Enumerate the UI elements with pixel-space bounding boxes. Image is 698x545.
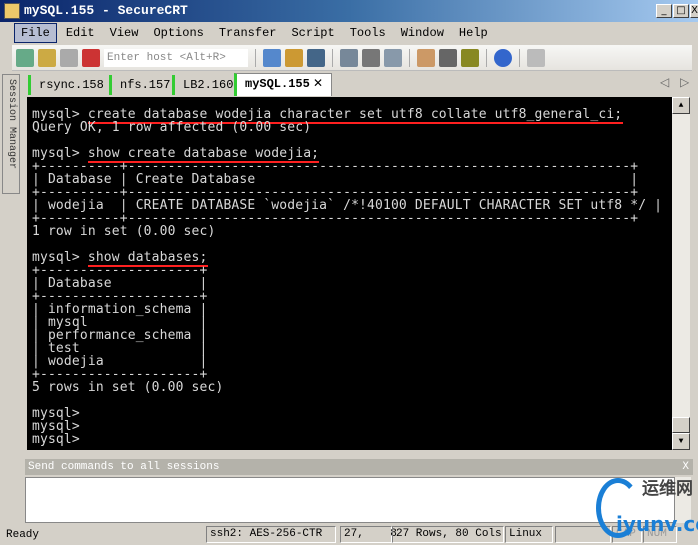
menu-bar: File Edit View Options Transfer Script Tools Wi… — [0, 22, 698, 44]
status-cursor-position: 27, 8 — [340, 526, 397, 543]
key-icon[interactable] — [461, 48, 479, 67]
toolbar-separator — [486, 48, 487, 67]
tab-label: nfs.157 — [120, 78, 171, 92]
status-bar: Ready ssh2: AES-256-CTR 27, 8 27 Rows, 8… — [0, 525, 698, 545]
print-screen-icon[interactable] — [362, 48, 380, 67]
terminal-line: 5 rows in set (0.00 sec) — [32, 381, 672, 394]
tab-mysql[interactable]: mySQL.155 ✕ — [234, 73, 332, 96]
menu-options[interactable]: Options — [147, 24, 209, 42]
toolbar-separator — [255, 48, 256, 67]
print-setup-icon[interactable] — [340, 48, 358, 67]
status-ready: Ready — [6, 529, 40, 541]
toolbar: Enter host <Alt+R> — [12, 45, 692, 71]
tab-next-icon[interactable]: ▷ — [680, 75, 689, 90]
terminal-line: mysql> — [32, 433, 672, 446]
scroll-thumb[interactable] — [672, 417, 690, 433]
status-terminal-size: 27 Rows, 80 Cols — [392, 526, 504, 543]
minimize-button[interactable]: _ — [656, 4, 672, 18]
watermark-domain: iyunv.com — [616, 512, 698, 536]
copy-icon[interactable] — [263, 48, 281, 67]
scroll-down-icon[interactable]: ▼ — [672, 433, 690, 450]
menu-script[interactable]: Script — [285, 24, 340, 42]
paste-icon[interactable] — [285, 48, 303, 67]
watermark-logo: 运维网 iyunv.com — [596, 470, 698, 540]
app-icon[interactable] — [4, 3, 20, 19]
sftp-icon[interactable] — [439, 48, 457, 67]
tab-label: LB2.160 — [183, 78, 234, 92]
terminal[interactable]: mysql> create database wodejia character… — [27, 97, 672, 450]
menu-view[interactable]: View — [104, 24, 145, 42]
session-manager-tab[interactable]: Session Manager — [2, 74, 20, 194]
toolbar-separator — [332, 48, 333, 67]
host-input[interactable]: Enter host <Alt+R> — [104, 48, 248, 67]
terminal-scrollbar[interactable]: ▲ ▼ — [672, 97, 690, 450]
toolbar-separator — [519, 48, 520, 67]
print-icon[interactable] — [384, 48, 402, 67]
session-tabs: rsync.158 nfs.157 LB2.160 mySQL.155 ✕ ◁ ▷ — [24, 73, 694, 96]
close-button[interactable]: X — [690, 4, 698, 18]
tab-label: rsync.158 — [39, 78, 104, 92]
tab-label: mySQL.155 — [245, 77, 310, 91]
disconnect-icon[interactable] — [82, 48, 100, 67]
close-tab-icon[interactable]: ✕ — [313, 74, 323, 94]
send-commands-title: Send commands to all sessions — [28, 461, 220, 473]
terminal-line-text: Query OK, 1 row affected (0.00 sec) — [32, 120, 312, 135]
reconnect-icon[interactable] — [60, 48, 78, 67]
terminal-line-text: 5 rows in set (0.00 sec) — [32, 380, 224, 395]
window-title: mySQL.155 - SecureCRT — [24, 3, 188, 18]
menu-window[interactable]: Window — [395, 24, 450, 42]
toolbar-separator — [409, 48, 410, 67]
tab-nfs[interactable]: nfs.157 — [109, 75, 173, 95]
menu-transfer[interactable]: Transfer — [213, 24, 283, 42]
menu-edit[interactable]: Edit — [60, 24, 101, 42]
menu-file[interactable]: File — [14, 23, 57, 43]
lock-icon[interactable] — [527, 48, 545, 67]
watermark-text: 运维网 — [642, 479, 693, 499]
connect-icon[interactable] — [16, 48, 34, 67]
send-commands-header: Send commands to all sessions X — [25, 459, 693, 475]
status-os: Linux — [505, 526, 553, 543]
send-commands-input[interactable] — [25, 477, 675, 523]
menu-help[interactable]: Help — [453, 24, 494, 42]
menu-tools[interactable]: Tools — [344, 24, 392, 42]
terminal-line: Query OK, 1 row affected (0.00 sec) — [32, 121, 672, 134]
help-icon[interactable] — [494, 48, 512, 67]
tab-rsync[interactable]: rsync.158 — [28, 75, 106, 95]
terminal-line: mysql> — [32, 420, 672, 433]
quick-connect-icon[interactable] — [38, 48, 56, 67]
maximize-button[interactable]: □ — [673, 4, 689, 18]
terminal-line-text: mysql> — [32, 432, 80, 447]
title-bar: mySQL.155 - SecureCRT — [0, 0, 698, 22]
find-icon[interactable] — [307, 48, 325, 67]
scroll-up-icon[interactable]: ▲ — [672, 97, 690, 114]
session-options-icon[interactable] — [417, 48, 435, 67]
tab-prev-icon[interactable]: ◁ — [660, 75, 669, 90]
terminal-line: 1 row in set (0.00 sec) — [32, 225, 672, 238]
terminal-line: mysql> — [32, 407, 672, 420]
status-cipher: ssh2: AES-256-CTR — [206, 526, 336, 543]
terminal-line-text: 1 row in set (0.00 sec) — [32, 224, 216, 239]
